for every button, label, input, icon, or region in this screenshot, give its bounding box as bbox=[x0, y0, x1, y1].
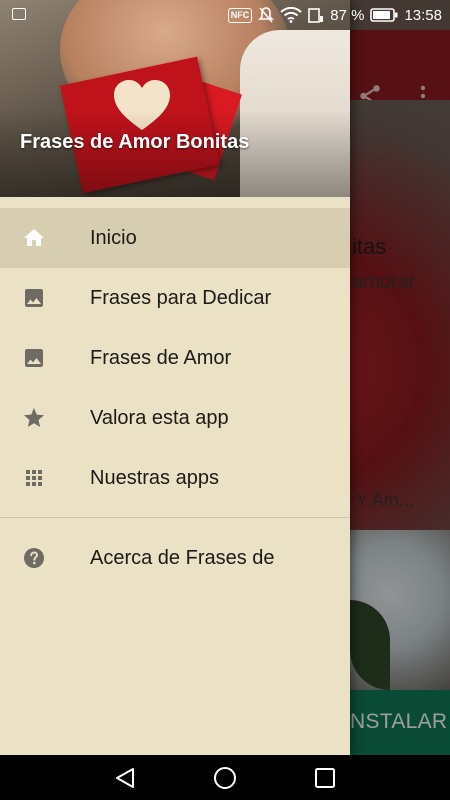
menu-item-label: Inicio bbox=[90, 227, 137, 249]
battery-percent: 87 % bbox=[330, 6, 365, 24]
menu-item-label: Frases para Dedicar bbox=[90, 287, 272, 309]
menu-item-acerca-de[interactable]: Acerca de Frases de bbox=[0, 528, 350, 588]
drawer-app-title: Frases de Amor Bonitas bbox=[20, 131, 250, 153]
mute-icon bbox=[258, 7, 275, 23]
apps-grid-icon bbox=[26, 470, 42, 486]
menu-item-label: Acerca de Frases de bbox=[90, 547, 275, 569]
recents-icon[interactable] bbox=[310, 763, 340, 793]
menu-item-frases-de-amor[interactable]: Frases de Amor bbox=[0, 328, 350, 388]
wifi-icon bbox=[280, 7, 302, 23]
menu-divider bbox=[0, 517, 350, 518]
help-icon bbox=[24, 548, 44, 568]
menu-item-nuestras-apps[interactable]: Nuestras apps bbox=[0, 448, 350, 508]
home-circle-icon[interactable] bbox=[210, 763, 240, 793]
signal-icon bbox=[308, 8, 324, 23]
menu-item-label: Frases de Amor bbox=[90, 347, 232, 369]
nfc-icon: NFC bbox=[227, 7, 253, 23]
drawer-menu: Inicio Frases para Dedicar Frases de Amo… bbox=[0, 208, 350, 588]
menu-item-label: Valora esta app bbox=[90, 407, 229, 429]
system-nav-bar bbox=[0, 755, 450, 800]
image-icon bbox=[25, 349, 43, 367]
back-icon[interactable] bbox=[111, 763, 141, 793]
home-icon bbox=[24, 229, 44, 246]
gallery-notification-icon bbox=[12, 8, 26, 20]
image-icon bbox=[25, 289, 43, 307]
status-bar: NFC 87 % 13:58 bbox=[0, 0, 450, 30]
menu-item-valora-esta-app[interactable]: Valora esta app bbox=[0, 388, 350, 448]
menu-item-frases-para-dedicar[interactable]: Frases para Dedicar bbox=[0, 268, 350, 328]
star-icon bbox=[24, 408, 44, 427]
battery-icon bbox=[370, 8, 398, 22]
menu-item-label: Nuestras apps bbox=[90, 467, 219, 489]
clock: 13:58 bbox=[404, 6, 442, 24]
navigation-drawer: Frases de Amor Bonitas Inicio Frases par… bbox=[0, 0, 350, 755]
status-icons: NFC 87 % 13:58 bbox=[227, 0, 442, 30]
menu-item-inicio[interactable]: Inicio bbox=[0, 208, 350, 268]
